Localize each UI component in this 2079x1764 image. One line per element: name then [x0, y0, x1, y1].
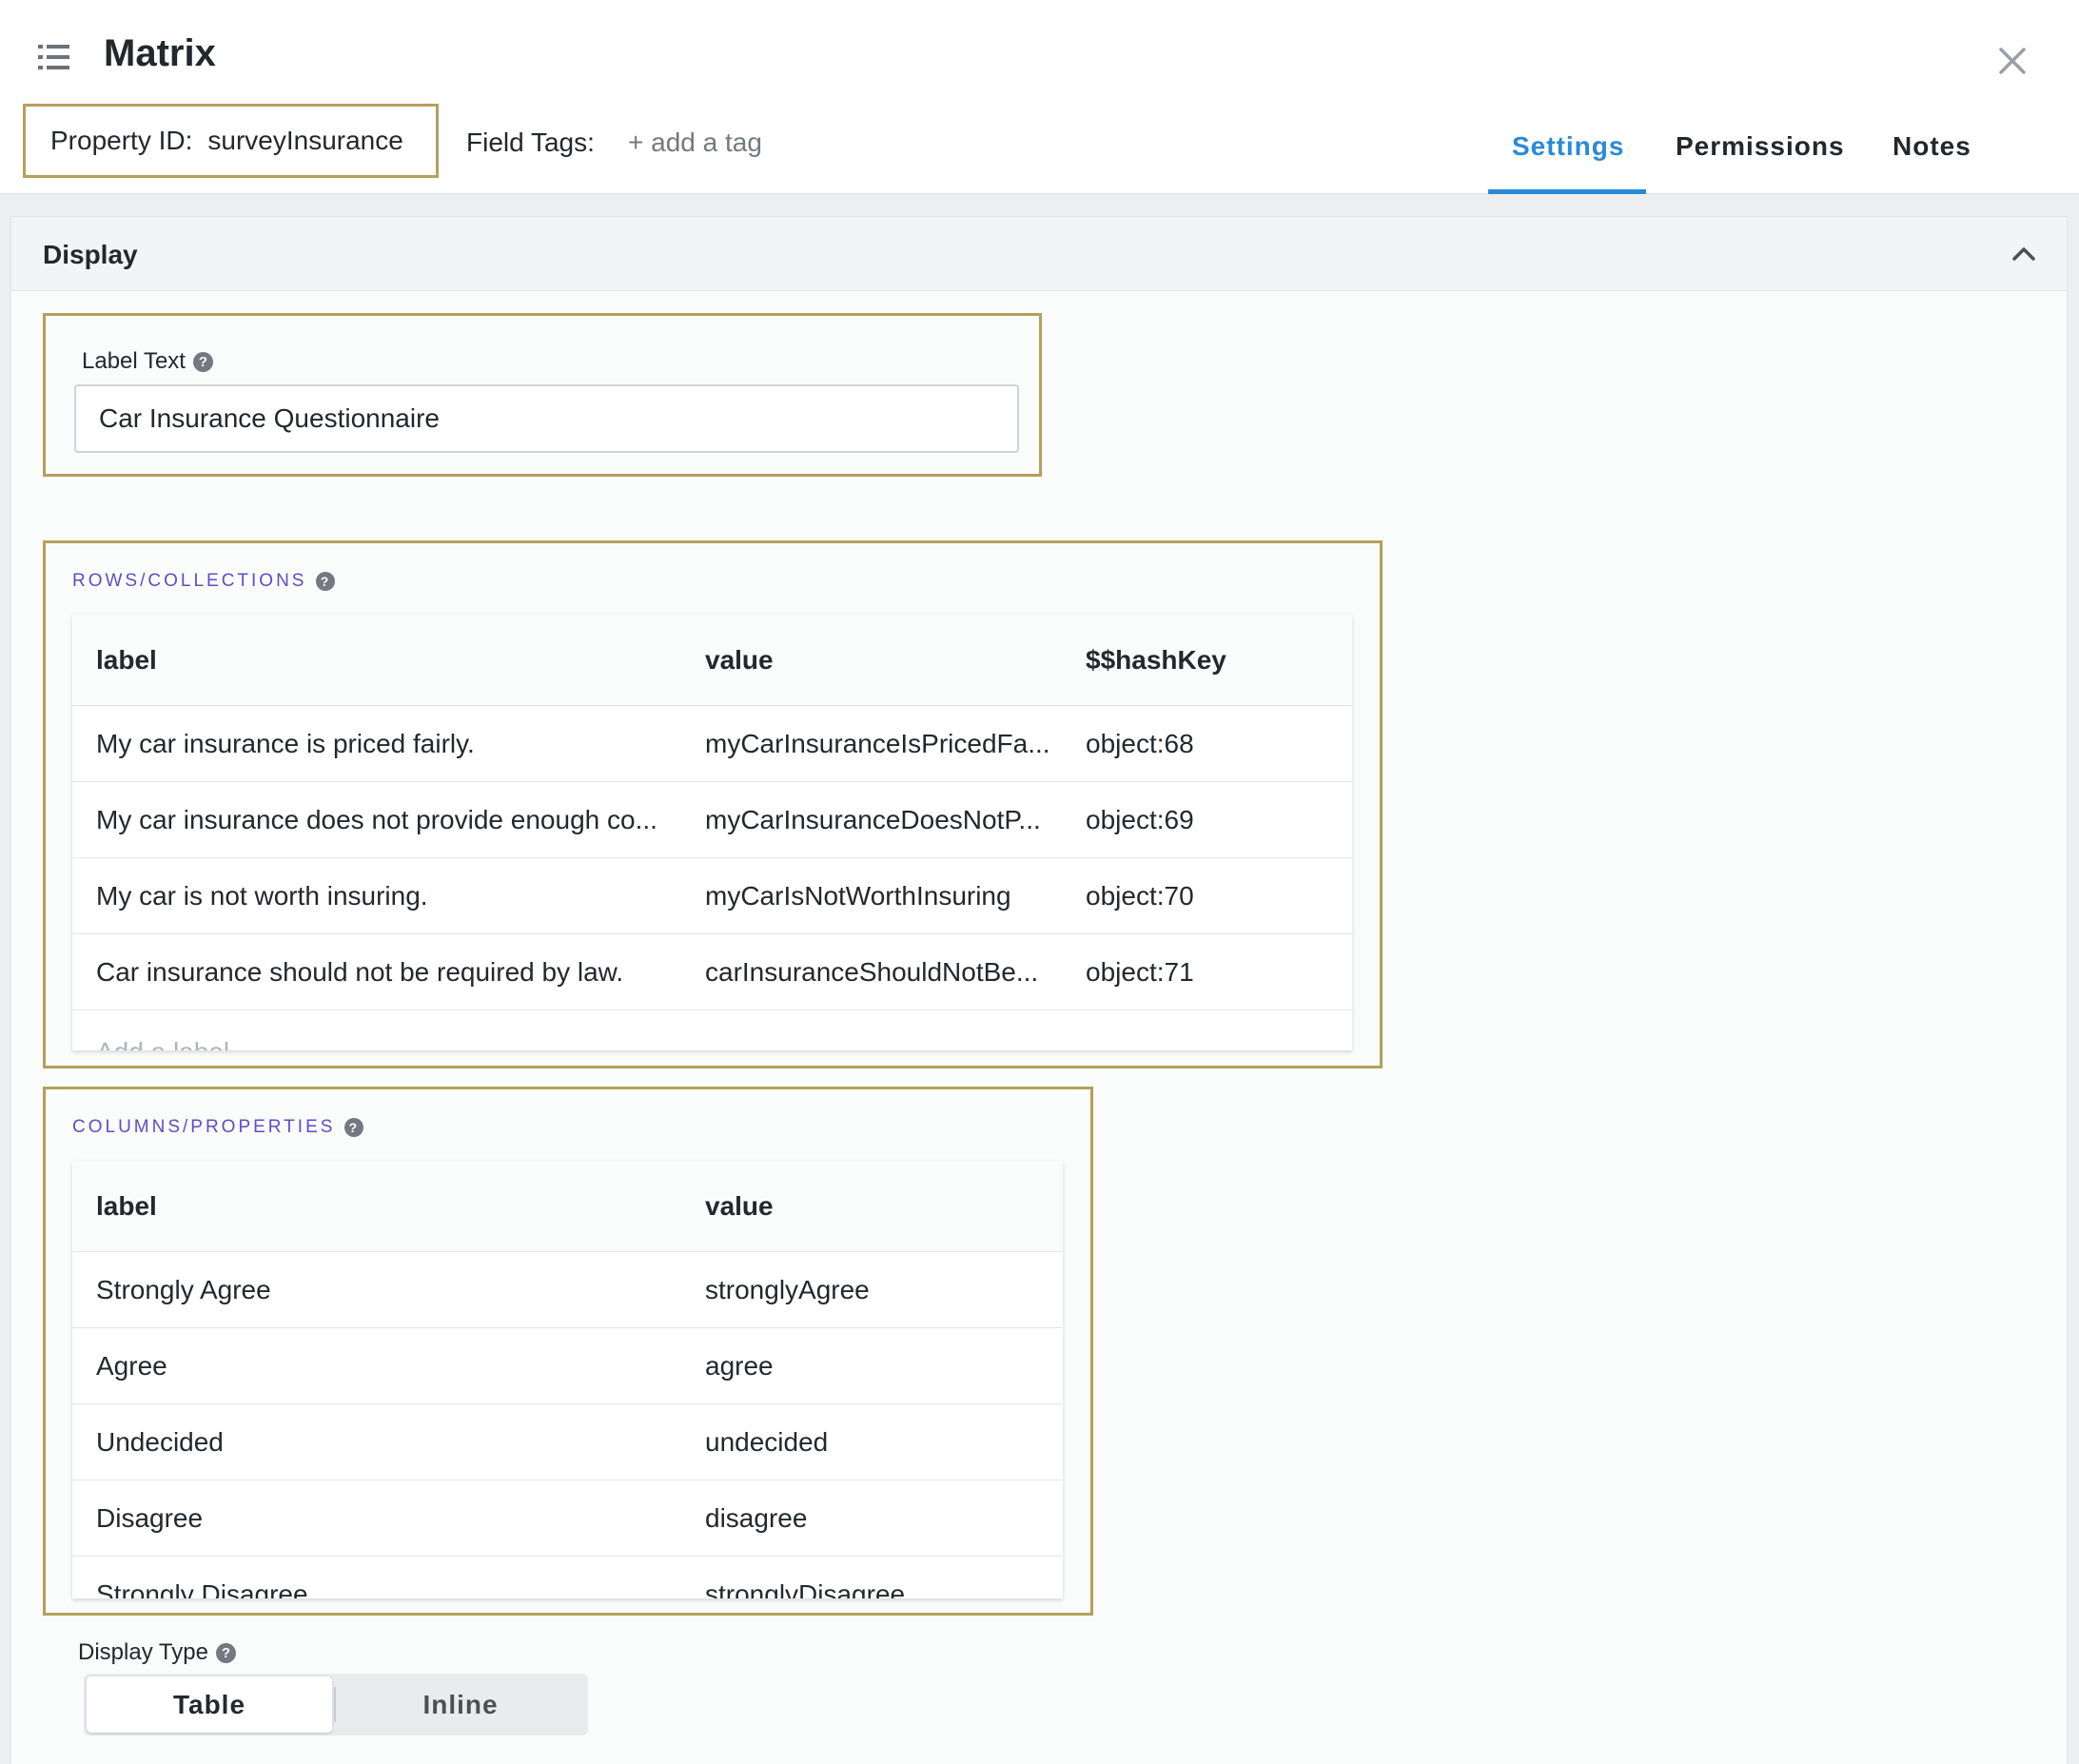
display-section-title: Display — [43, 240, 138, 269]
tab-notes[interactable]: Notes — [1893, 131, 1971, 162]
table-row[interactable]: My car insurance does not provide enough… — [72, 782, 1352, 858]
row-label-cell[interactable]: My car insurance is priced fairly. — [96, 706, 475, 781]
add-label-input[interactable]: Add a label — [96, 1010, 229, 1050]
display-panel: Display Label Text ? ROWS/COLLECTIONS ? … — [10, 216, 2068, 1764]
rows-collections-title: ROWS/COLLECTIONS — [72, 571, 307, 591]
rows-collections-box: ROWS/COLLECTIONS ? label value $$hashKey… — [43, 540, 1383, 1068]
column-header-hashkey: $$hashKey — [1086, 644, 1226, 675]
row-hashkey-cell: object:70 — [1086, 880, 1194, 911]
column-value-cell[interactable]: agree — [705, 1328, 774, 1403]
table-row[interactable]: Car insurance should not be required by … — [72, 934, 1352, 1010]
column-label-cell[interactable]: Strongly Agree — [96, 1252, 271, 1327]
property-id-box: Property ID: surveyInsurance — [23, 104, 439, 178]
column-label-cell[interactable]: Agree — [96, 1328, 167, 1403]
column-header-label: label — [96, 644, 157, 675]
rows-collections-label: ROWS/COLLECTIONS ? — [72, 571, 336, 592]
display-section-header[interactable]: Display — [11, 217, 2067, 291]
table-row[interactable]: Strongly Agree stronglyAgree — [72, 1252, 1063, 1328]
field-tags-label: Field Tags: — [466, 127, 595, 157]
row-hashkey-cell: object:69 — [1086, 804, 1194, 834]
help-icon[interactable]: ? — [316, 572, 336, 591]
property-id-value: surveyInsurance — [207, 126, 403, 155]
row-label-cell[interactable]: Car insurance should not be required by … — [96, 934, 623, 1009]
column-label-cell[interactable]: Disagree — [96, 1480, 203, 1556]
column-header-label: label — [96, 1190, 157, 1221]
row-value-cell[interactable]: carInsuranceShouldNotBe... — [705, 934, 1038, 1009]
table-row[interactable]: Agree agree — [72, 1328, 1063, 1404]
label-text-label: Label Text ? — [82, 348, 213, 375]
tab-settings[interactable]: Settings — [1512, 131, 1624, 162]
add-tag-link[interactable]: + add a tag — [628, 127, 762, 158]
table-header: label value — [72, 1161, 1063, 1252]
table-row[interactable]: Undecided undecided — [72, 1404, 1063, 1480]
table-row[interactable]: Strongly Disagree stronglyDisagree — [72, 1557, 1063, 1598]
table-row[interactable]: Disagree disagree — [72, 1480, 1063, 1557]
column-header-value: value — [705, 644, 774, 675]
table-header: label value $$hashKey — [72, 615, 1352, 706]
columns-properties-box: COLUMNS/PROPERTIES ? label value Strongl… — [43, 1087, 1093, 1616]
row-label-cell[interactable]: My car is not worth insuring. — [96, 858, 428, 933]
display-type-toggle: Table Inline — [84, 1674, 588, 1735]
display-type-table-button[interactable]: Table — [87, 1676, 332, 1733]
list-icon[interactable] — [38, 43, 70, 71]
help-icon[interactable]: ? — [192, 351, 213, 372]
column-label-cell[interactable]: Strongly Disagree — [96, 1557, 308, 1599]
chevron-up-icon[interactable] — [2010, 240, 2038, 268]
label-text-box: Label Text ? — [43, 313, 1042, 477]
table-row[interactable]: My car insurance is priced fairly. myCar… — [72, 706, 1352, 782]
row-label-cell[interactable]: My car insurance does not provide enough… — [96, 782, 657, 857]
active-tab-indicator — [1488, 189, 1646, 194]
help-icon[interactable]: ? — [215, 1642, 236, 1663]
column-value-cell[interactable]: stronglyDisagree — [705, 1557, 905, 1599]
label-text-caption: Label Text — [82, 348, 186, 374]
label-text-input[interactable] — [74, 384, 1019, 453]
display-type-caption: Display Type — [78, 1639, 208, 1665]
rows-table: label value $$hashKey My car insurance i… — [72, 615, 1352, 1050]
row-hashkey-cell: object:71 — [1086, 956, 1194, 987]
close-icon[interactable] — [1997, 46, 2028, 76]
add-label-row[interactable]: Add a label — [72, 1010, 1352, 1050]
columns-properties-label: COLUMNS/PROPERTIES ? — [72, 1117, 364, 1138]
modal-header: Matrix Property ID: surveyInsurance Fiel… — [0, 0, 2079, 194]
columns-table: label value Strongly Agree stronglyAgree… — [72, 1161, 1063, 1598]
columns-properties-title: COLUMNS/PROPERTIES — [72, 1117, 336, 1137]
column-value-cell[interactable]: disagree — [705, 1480, 807, 1556]
row-value-cell[interactable]: myCarIsNotWorthInsuring — [705, 858, 1011, 933]
row-value-cell[interactable]: myCarInsuranceDoesNotP... — [705, 782, 1041, 857]
column-label-cell[interactable]: Undecided — [96, 1404, 224, 1480]
help-icon[interactable]: ? — [344, 1118, 364, 1137]
property-id-label: Property ID: — [50, 126, 193, 155]
row-hashkey-cell: object:68 — [1086, 728, 1194, 758]
table-row[interactable]: My car is not worth insuring. myCarIsNot… — [72, 858, 1352, 934]
column-value-cell[interactable]: undecided — [705, 1404, 828, 1480]
column-header-value: value — [705, 1190, 774, 1221]
display-type-inline-button[interactable]: Inline — [336, 1676, 585, 1733]
page-title: Matrix — [104, 32, 216, 74]
tab-permissions[interactable]: Permissions — [1676, 131, 1845, 162]
display-type-label: Display Type ? — [78, 1639, 236, 1666]
column-value-cell[interactable]: stronglyAgree — [705, 1252, 870, 1327]
row-value-cell[interactable]: myCarInsuranceIsPricedFa... — [705, 706, 1050, 781]
